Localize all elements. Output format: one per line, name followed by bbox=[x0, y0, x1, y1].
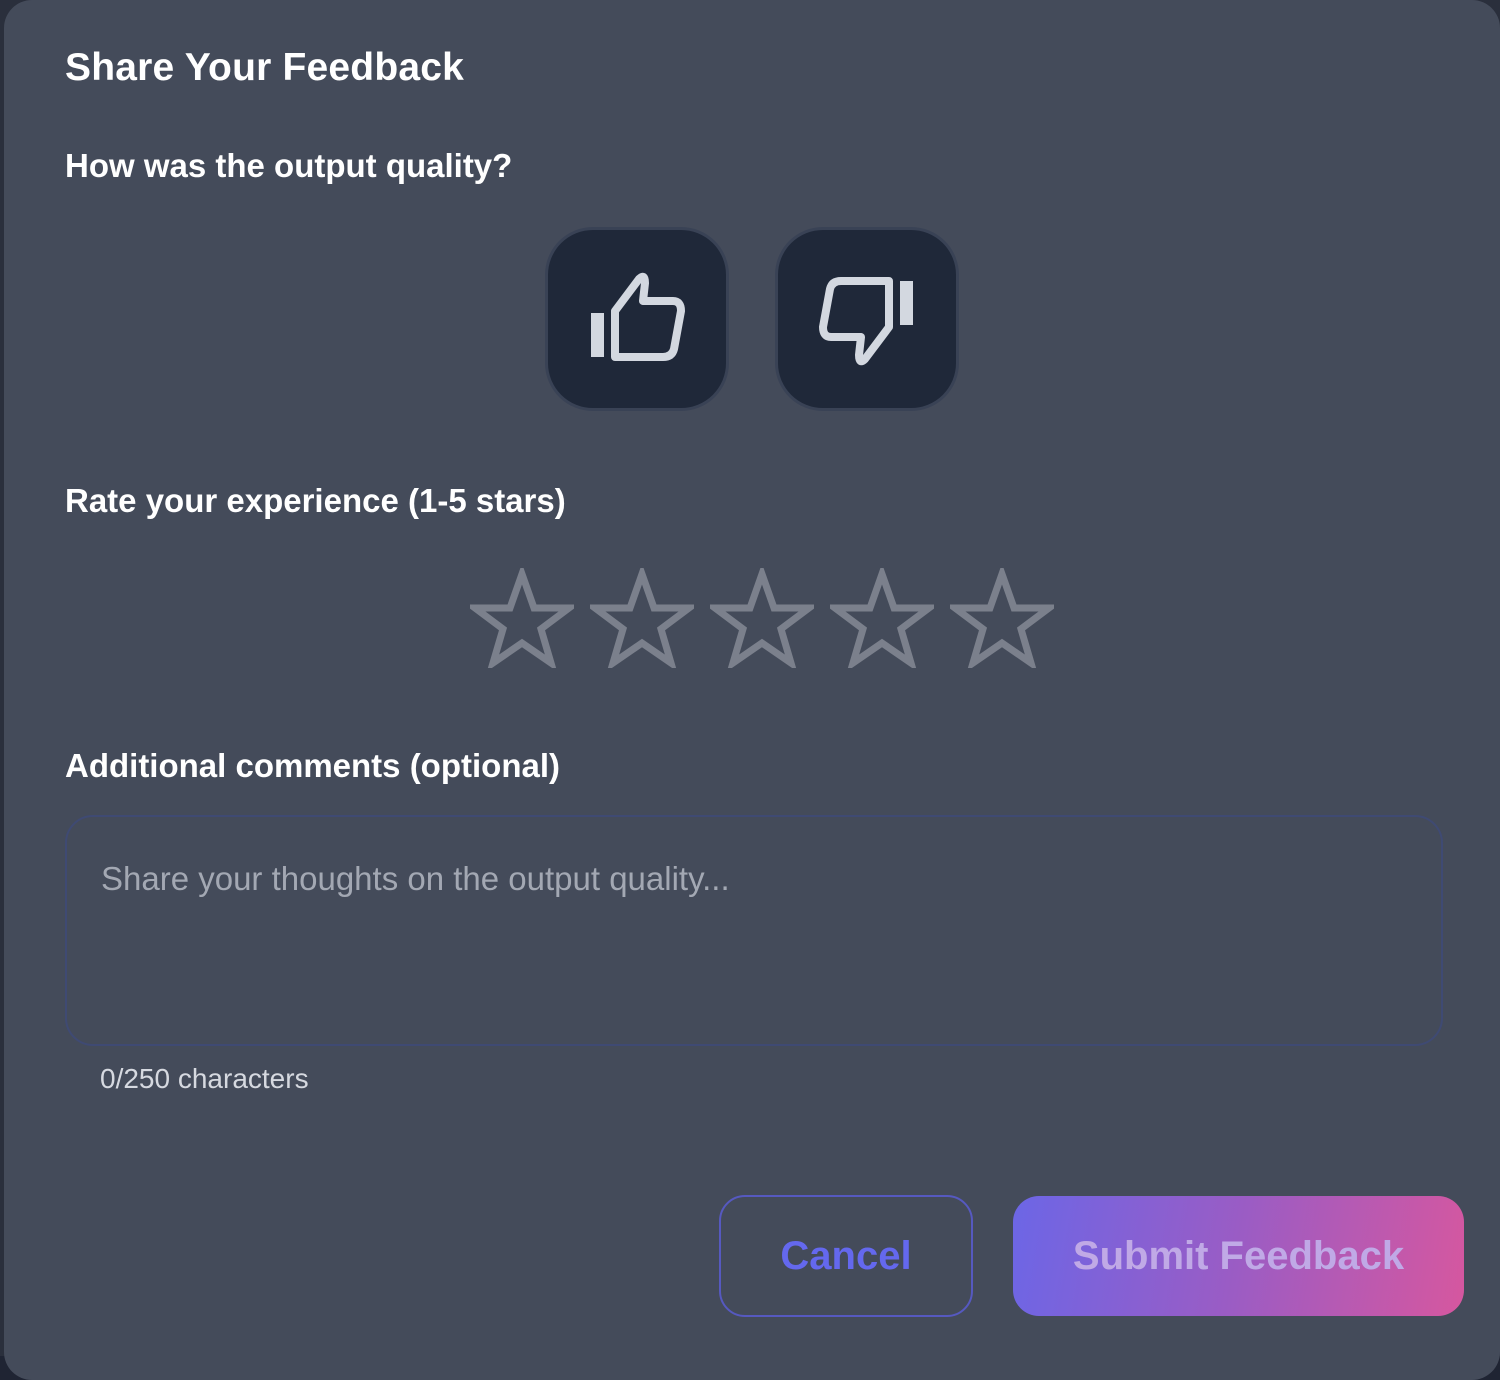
star-3-button[interactable] bbox=[702, 568, 822, 668]
thumbs-down-button[interactable] bbox=[775, 227, 959, 411]
comments-box bbox=[65, 815, 1443, 1046]
submit-feedback-button[interactable]: Submit Feedback bbox=[1013, 1196, 1464, 1316]
star-2-button[interactable] bbox=[582, 568, 702, 668]
star-icon bbox=[830, 568, 934, 668]
feedback-dialog: Share Your Feedback How was the output q… bbox=[4, 0, 1500, 1380]
star-icon bbox=[950, 568, 1054, 668]
star-icon bbox=[590, 568, 694, 668]
star-1-button[interactable] bbox=[462, 568, 582, 668]
star-rating bbox=[462, 568, 1062, 668]
thumbs-down-icon bbox=[819, 277, 913, 366]
comments-textarea[interactable] bbox=[101, 861, 1401, 1021]
thumbs-up-button[interactable] bbox=[545, 227, 729, 411]
character-counter: 0/250 characters bbox=[100, 1063, 309, 1094]
comments-label: Additional comments (optional) bbox=[65, 747, 560, 784]
rating-label: Rate your experience (1-5 stars) bbox=[65, 482, 566, 519]
star-4-button[interactable] bbox=[822, 568, 942, 668]
star-icon bbox=[470, 568, 574, 668]
dialog-title: Share Your Feedback bbox=[65, 46, 465, 89]
star-5-button[interactable] bbox=[942, 568, 1062, 668]
quality-question: How was the output quality? bbox=[65, 147, 513, 184]
star-icon bbox=[710, 568, 814, 668]
thumbs-up-icon bbox=[591, 272, 685, 361]
cancel-button[interactable]: Cancel bbox=[719, 1195, 973, 1317]
